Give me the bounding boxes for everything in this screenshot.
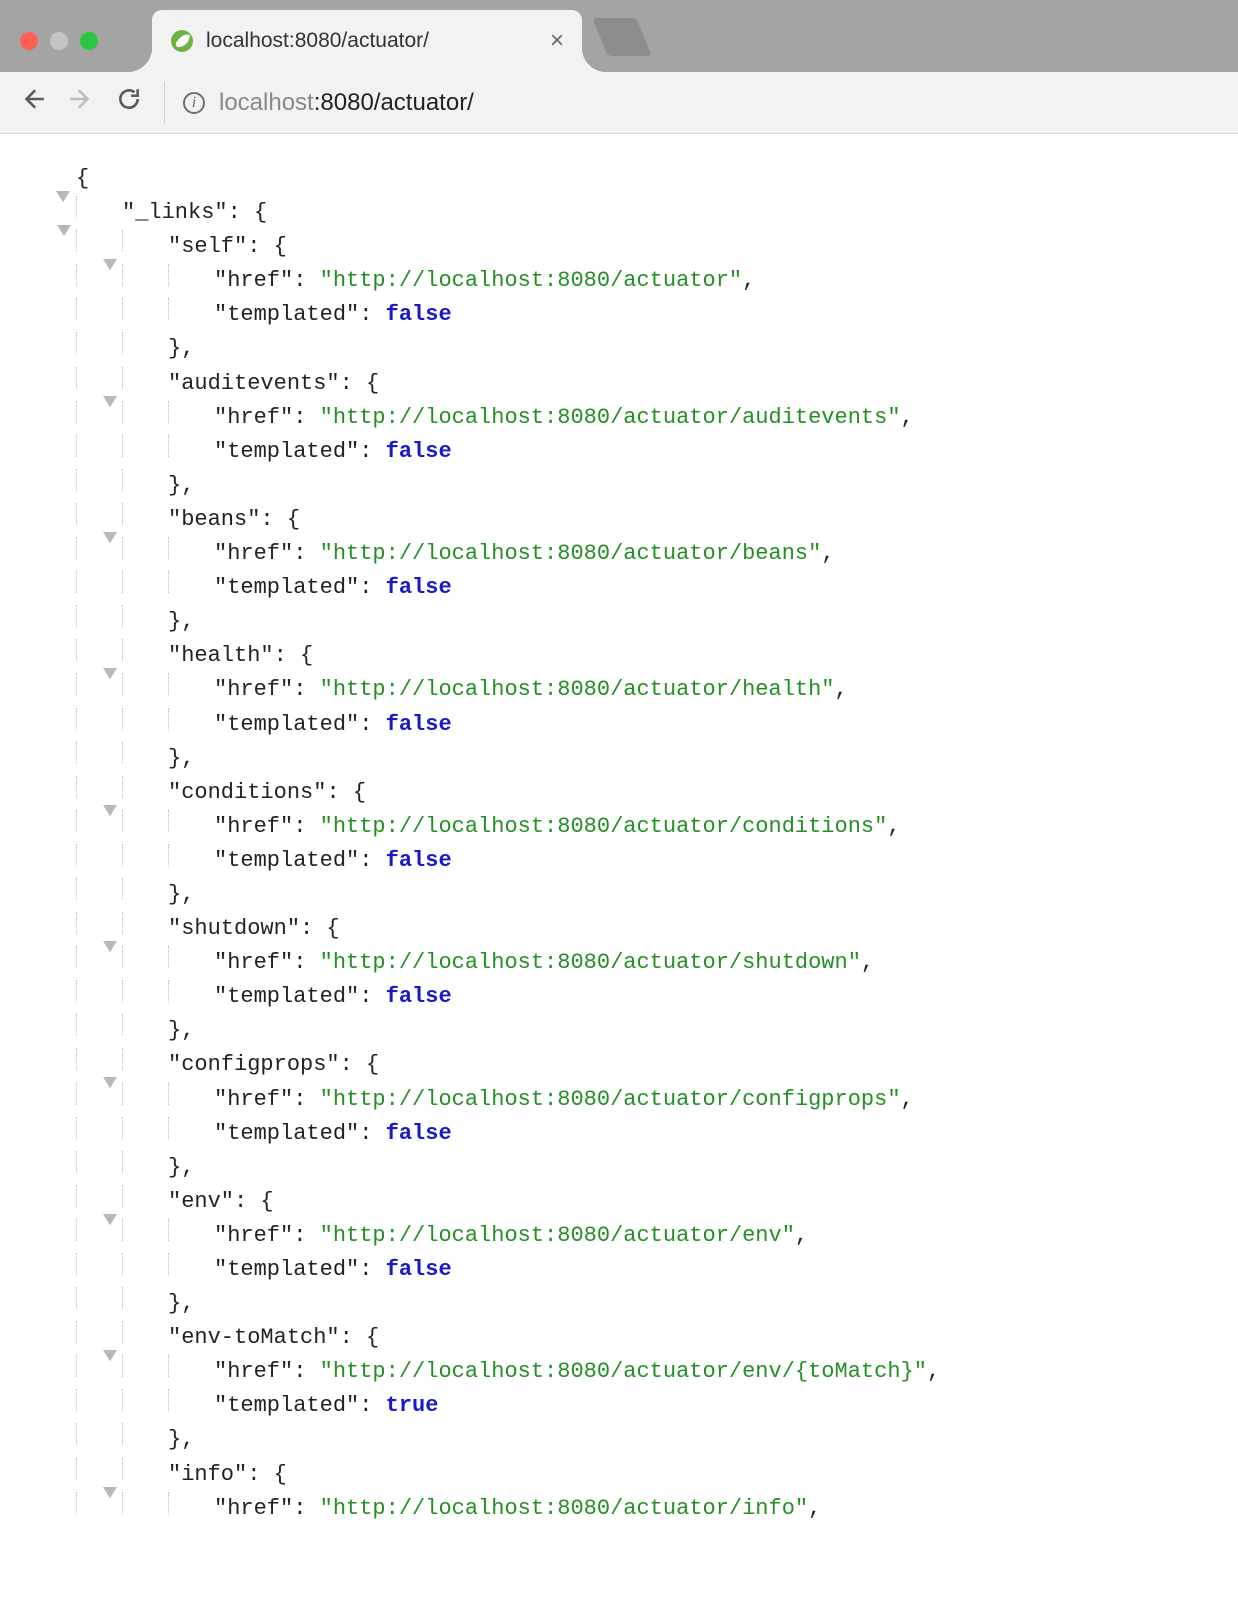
json-line: "info": { bbox=[30, 1458, 1228, 1492]
json-line: "href": "http://localhost:8080/actuator/… bbox=[30, 1219, 1228, 1253]
minimize-window-button[interactable] bbox=[50, 32, 68, 50]
reload-button[interactable] bbox=[116, 86, 142, 119]
json-line: "href": "http://localhost:8080/actuator/… bbox=[30, 673, 1228, 707]
maximize-window-button[interactable] bbox=[80, 32, 98, 50]
json-line: }, bbox=[30, 1151, 1228, 1185]
json-line: "templated": true bbox=[30, 1389, 1228, 1423]
close-tab-icon[interactable]: × bbox=[550, 29, 564, 53]
json-line: "templated": false bbox=[30, 1253, 1228, 1287]
browser-window-chrome: localhost:8080/actuator/ × bbox=[0, 0, 1238, 72]
json-line: "auditevents": { bbox=[30, 367, 1228, 401]
favicon-spring-icon bbox=[170, 29, 194, 53]
json-line: "templated": false bbox=[30, 708, 1228, 742]
browser-toolbar: i localhost:8080/actuator/ bbox=[0, 72, 1238, 134]
url-path: :8080/actuator/ bbox=[314, 89, 474, 116]
json-line: }, bbox=[30, 605, 1228, 639]
json-line: "env": { bbox=[30, 1185, 1228, 1219]
window-controls bbox=[20, 32, 98, 50]
close-window-button[interactable] bbox=[20, 32, 38, 50]
json-line: }, bbox=[30, 742, 1228, 776]
json-line: "href": "http://localhost:8080/actuator/… bbox=[30, 1355, 1228, 1389]
site-info-icon[interactable]: i bbox=[183, 92, 205, 114]
json-line: "beans": { bbox=[30, 503, 1228, 537]
browser-tab[interactable]: localhost:8080/actuator/ × bbox=[152, 10, 582, 72]
json-line: "_links": { bbox=[30, 196, 1228, 230]
json-line: }, bbox=[30, 469, 1228, 503]
json-line: "href": "http://localhost:8080/actuator/… bbox=[30, 946, 1228, 980]
json-line: "self": { bbox=[30, 230, 1228, 264]
json-line: "href": "http://localhost:8080/actuator/… bbox=[30, 401, 1228, 435]
json-line: "templated": false bbox=[30, 980, 1228, 1014]
json-line: "href": "http://localhost:8080/actuator/… bbox=[30, 537, 1228, 571]
json-line: "href": "http://localhost:8080/actuator"… bbox=[30, 264, 1228, 298]
tab-title: localhost:8080/actuator/ bbox=[206, 29, 540, 53]
json-viewer: {"_links": {"self": {"href": "http://loc… bbox=[0, 134, 1238, 1536]
json-line: "health": { bbox=[30, 639, 1228, 673]
url-host: localhost bbox=[219, 89, 314, 116]
json-line: }, bbox=[30, 1014, 1228, 1048]
json-line: "env-toMatch": { bbox=[30, 1321, 1228, 1355]
json-line: "href": "http://localhost:8080/actuator/… bbox=[30, 1492, 1228, 1526]
json-line: }, bbox=[30, 878, 1228, 912]
json-line: "configprops": { bbox=[30, 1048, 1228, 1082]
json-line: "templated": false bbox=[30, 1117, 1228, 1151]
json-line: }, bbox=[30, 332, 1228, 366]
json-line: }, bbox=[30, 1423, 1228, 1457]
json-line: "conditions": { bbox=[30, 776, 1228, 810]
json-line: "templated": false bbox=[30, 844, 1228, 878]
json-line: { bbox=[30, 162, 1228, 196]
address-bar[interactable]: i localhost:8080/actuator/ bbox=[164, 82, 1218, 124]
json-line: "href": "http://localhost:8080/actuator/… bbox=[30, 1083, 1228, 1117]
json-line: "href": "http://localhost:8080/actuator/… bbox=[30, 810, 1228, 844]
json-line: "templated": false bbox=[30, 435, 1228, 469]
url-text: localhost:8080/actuator/ bbox=[219, 89, 474, 117]
back-button[interactable] bbox=[20, 86, 46, 119]
json-line: "shutdown": { bbox=[30, 912, 1228, 946]
json-line: }, bbox=[30, 1287, 1228, 1321]
forward-button[interactable] bbox=[68, 86, 94, 119]
json-line: "templated": false bbox=[30, 571, 1228, 605]
json-line: "templated": false bbox=[30, 298, 1228, 332]
